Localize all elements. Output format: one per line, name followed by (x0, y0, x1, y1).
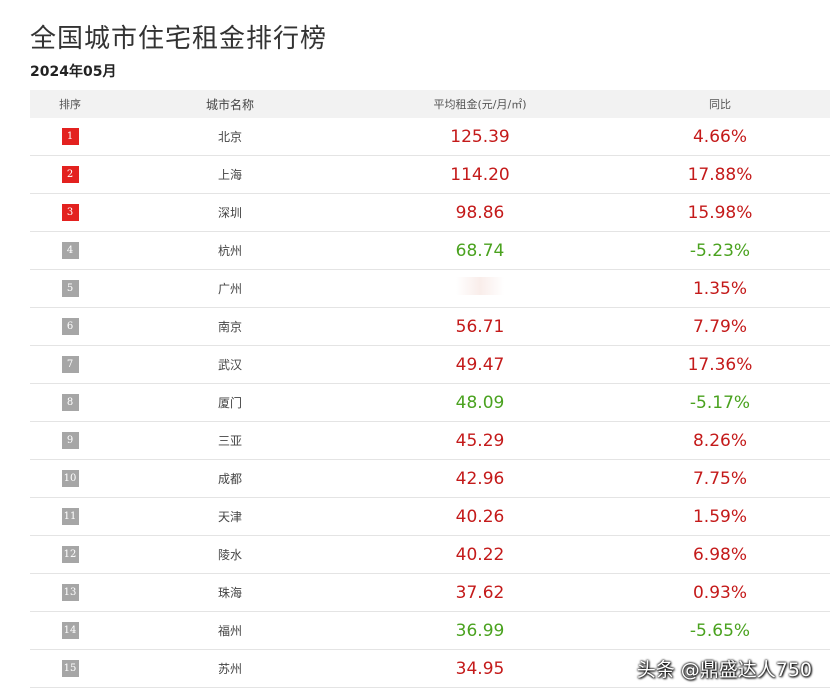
table-row[interactable]: 5 广州 1.35% (30, 270, 830, 308)
rank-cell: 7 (30, 356, 110, 373)
average-rent: 49.47 (455, 354, 505, 375)
header-city[interactable]: 城市名称 (110, 96, 350, 113)
city-name: 广州 (217, 282, 242, 296)
table-row[interactable]: 13 珠海 37.62 0.93% (30, 574, 830, 612)
average-rent: 125.39 (450, 126, 510, 147)
header-rent[interactable]: 平均租金(元/月/㎡) (350, 96, 610, 112)
table-row[interactable]: 6 南京 56.71 7.79% (30, 308, 830, 346)
page-title: 全国城市住宅租金排行榜 (30, 24, 328, 54)
rank-cell: 5 (30, 280, 110, 297)
rank-cell: 12 (30, 546, 110, 563)
average-rent: 40.22 (455, 544, 505, 565)
table-row[interactable]: 3 深圳 98.86 15.98% (30, 194, 830, 232)
rank-badge: 7 (61, 356, 79, 373)
header-yoy[interactable]: 同比 (610, 96, 830, 112)
yoy-change: 4.66% (692, 126, 747, 147)
yoy-change: 17.36% (687, 354, 753, 375)
yoy-change: 6.98% (692, 544, 747, 565)
yoy-change: 8.26% (692, 430, 747, 451)
yoy-change: 15.98% (687, 202, 753, 223)
table-header: 排序 城市名称 平均租金(元/月/㎡) 同比 (30, 90, 830, 118)
rank-cell: 11 (30, 508, 110, 525)
yoy-change: 17.88% (687, 164, 753, 185)
city-name: 珠海 (217, 586, 242, 600)
rank-cell: 2 (30, 166, 110, 183)
table-row[interactable]: 9 三亚 45.29 8.26% (30, 422, 830, 460)
city-name: 成都 (217, 472, 242, 486)
yoy-change: 7.75% (692, 468, 747, 489)
yoy-change: 0.93% (692, 582, 747, 603)
table-row[interactable]: 12 陵水 40.22 6.98% (30, 536, 830, 574)
average-rent: 56.71 (455, 316, 505, 337)
rank-cell: 15 (30, 660, 110, 677)
rank-badge: 15 (61, 660, 79, 677)
table-row[interactable]: 8 厦门 48.09 -5.17% (30, 384, 830, 422)
rank-cell: 13 (30, 584, 110, 601)
city-name: 深圳 (217, 206, 242, 220)
obscured-value (456, 277, 504, 295)
rank-cell: 8 (30, 394, 110, 411)
rank-badge: 6 (61, 318, 79, 335)
rank-cell: 10 (30, 470, 110, 487)
rank-cell: 1 (30, 128, 110, 145)
rank-badge: 13 (61, 584, 79, 601)
average-rent: 36.99 (455, 620, 505, 641)
header-rank[interactable]: 排序 (30, 96, 110, 112)
table-row[interactable]: 10 成都 42.96 7.75% (30, 460, 830, 498)
city-name: 上海 (217, 168, 242, 182)
rank-badge: 4 (61, 242, 79, 259)
rank-badge: 5 (61, 280, 79, 297)
watermark: 头条 @鼎盛达人750 (636, 659, 812, 681)
rank-badge: 11 (61, 508, 79, 525)
rank-badge: 12 (61, 546, 79, 563)
city-name: 南京 (217, 320, 242, 334)
average-rent: 48.09 (455, 392, 505, 413)
rank-badge: 8 (61, 394, 79, 411)
yoy-change: 7.79% (692, 316, 747, 337)
average-rent: 114.20 (450, 164, 510, 185)
city-name: 杭州 (217, 244, 242, 258)
yoy-change: 1.59% (692, 506, 747, 527)
city-name: 北京 (217, 130, 242, 144)
average-rent: 37.62 (455, 582, 505, 603)
rank-badge: 14 (61, 622, 79, 639)
average-rent: 34.95 (455, 658, 505, 679)
city-name: 福州 (217, 624, 242, 638)
average-rent: 40.26 (455, 506, 505, 527)
yoy-change: -5.65% (689, 620, 751, 641)
rank-cell: 3 (30, 204, 110, 221)
rank-cell: 14 (30, 622, 110, 639)
rank-badge: 1 (61, 128, 79, 145)
table-row[interactable]: 7 武汉 49.47 17.36% (30, 346, 830, 384)
rank-badge: 2 (61, 166, 79, 183)
rank-cell: 9 (30, 432, 110, 449)
average-rent (350, 277, 610, 300)
table-row[interactable]: 4 杭州 68.74 -5.23% (30, 232, 830, 270)
period-label: 2024年05月 (30, 64, 117, 80)
yoy-change: -5.17% (689, 392, 751, 413)
average-rent: 98.86 (455, 202, 505, 223)
average-rent: 68.74 (455, 240, 505, 261)
rent-ranking-table: 排序 城市名称 平均租金(元/月/㎡) 同比 1 北京 125.39 4.66% 2 上海… (30, 90, 830, 688)
city-name: 天津 (217, 510, 242, 524)
yoy-change: -5.23% (689, 240, 751, 261)
city-name: 三亚 (217, 434, 242, 448)
table-row[interactable]: 1 北京 125.39 4.66% (30, 118, 830, 156)
table-row[interactable]: 2 上海 114.20 17.88% (30, 156, 830, 194)
rank-badge: 10 (61, 470, 79, 487)
average-rent: 42.96 (455, 468, 505, 489)
table-row[interactable]: 14 福州 36.99 -5.65% (30, 612, 830, 650)
yoy-change: 1.35% (692, 278, 747, 299)
table-body: 1 北京 125.39 4.66% 2 上海 114.20 17.88% 3 深圳 98.86 15.… (30, 118, 830, 688)
rank-cell: 4 (30, 242, 110, 259)
rank-badge: 9 (61, 432, 79, 449)
city-name: 苏州 (217, 662, 242, 676)
rank-cell: 6 (30, 318, 110, 335)
city-name: 武汉 (217, 358, 242, 372)
city-name: 陵水 (217, 548, 242, 562)
table-row[interactable]: 11 天津 40.26 1.59% (30, 498, 830, 536)
average-rent: 45.29 (455, 430, 505, 451)
rank-badge: 3 (61, 204, 79, 221)
city-name: 厦门 (217, 396, 242, 410)
